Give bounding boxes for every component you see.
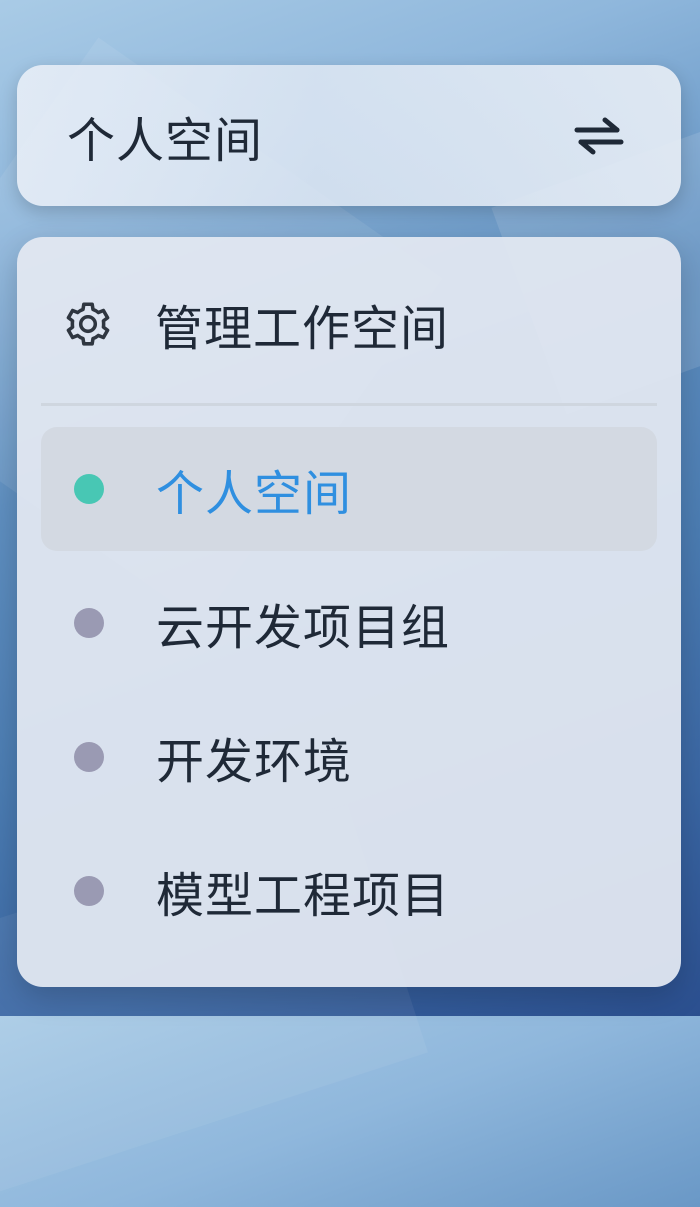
workspace-item-model-engineering[interactable]: 模型工程项目 xyxy=(41,829,657,953)
manage-workspaces-label: 管理工作空间 xyxy=(155,301,450,357)
manage-workspaces-button[interactable]: 管理工作空间 xyxy=(41,271,657,377)
gear-icon xyxy=(63,299,113,349)
swap-arrows-icon[interactable] xyxy=(567,111,631,161)
status-dot xyxy=(74,742,104,772)
status-dot xyxy=(74,474,104,504)
status-dot xyxy=(74,608,104,638)
workspace-switcher[interactable]: 个人空间 xyxy=(17,65,681,206)
workspace-label: 个人空间 xyxy=(156,466,353,522)
current-workspace-label: 个人空间 xyxy=(67,112,264,169)
workspace-label: 开发环境 xyxy=(156,734,353,790)
menu-divider xyxy=(41,403,657,406)
status-dot xyxy=(74,876,104,906)
workspace-menu: 管理工作空间 个人空间 云开发项目组 开发环境 模型工程项目 xyxy=(17,237,681,987)
workspace-item-personal[interactable]: 个人空间 xyxy=(41,427,657,551)
workspace-item-cloud-dev[interactable]: 云开发项目组 xyxy=(41,561,657,685)
workspace-label: 模型工程项目 xyxy=(156,868,451,924)
workspace-item-dev-env[interactable]: 开发环境 xyxy=(41,695,657,819)
workspace-label: 云开发项目组 xyxy=(156,600,451,656)
